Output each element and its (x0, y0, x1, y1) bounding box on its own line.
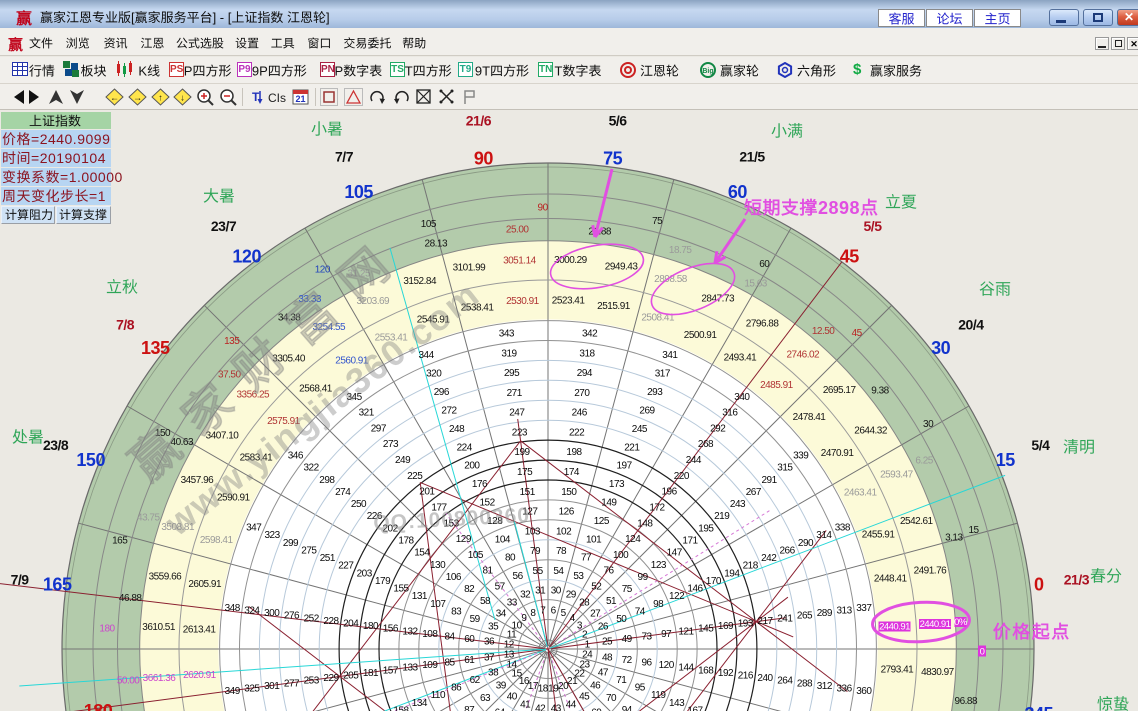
svg-text:0: 0 (48, 150, 56, 166)
svg-text:4: 4 (48, 131, 56, 147)
svg-text:0: 0 (65, 131, 73, 147)
svg-text:0: 0 (90, 169, 98, 185)
svg-text:0: 0 (98, 169, 106, 185)
svg-text:]: ] (213, 10, 217, 25)
svg-text:2: 2 (40, 150, 48, 166)
svg-text:P: P (335, 64, 344, 79)
svg-text:8: 8 (829, 198, 839, 218)
svg-text:0: 0 (81, 169, 89, 185)
svg-text:.: . (77, 169, 81, 185)
svg-text:T: T (405, 64, 413, 79)
svg-text:9: 9 (252, 64, 259, 79)
svg-text:=: = (31, 150, 39, 166)
svg-text:0: 0 (73, 150, 81, 166)
svg-text:]: ] (326, 10, 330, 25)
svg-text:2: 2 (40, 131, 48, 147)
svg-text:1: 1 (81, 150, 89, 166)
svg-text:9: 9 (77, 131, 85, 147)
svg-text:0: 0 (115, 169, 123, 185)
svg-text:T: T (555, 64, 563, 79)
svg-text:[: [ (228, 10, 232, 25)
svg-text:1: 1 (69, 169, 77, 185)
svg-text:1: 1 (98, 188, 106, 204)
svg-text:4: 4 (98, 150, 106, 166)
svg-text:0: 0 (86, 131, 94, 147)
svg-text:9: 9 (102, 131, 110, 147)
svg-text:9: 9 (475, 64, 482, 79)
svg-text:=: = (60, 169, 68, 185)
svg-text:P: P (259, 64, 268, 79)
svg-text:2: 2 (818, 198, 828, 218)
svg-text:0: 0 (89, 150, 97, 166)
svg-text:4: 4 (56, 131, 64, 147)
svg-text:=: = (31, 131, 39, 147)
svg-text:K: K (138, 64, 147, 79)
svg-text:1: 1 (56, 150, 64, 166)
svg-text:9: 9 (839, 198, 849, 218)
svg-text:9: 9 (65, 150, 73, 166)
svg-text:T: T (482, 64, 490, 79)
svg-text:=: = (89, 188, 97, 204)
svg-text:.: . (73, 131, 77, 147)
svg-text:8: 8 (850, 198, 860, 218)
svg-text:0: 0 (106, 169, 114, 185)
svg-text:9: 9 (94, 131, 102, 147)
svg-text:-: - (220, 10, 224, 25)
svg-text:P: P (184, 64, 193, 79)
svg-text:[: [ (131, 10, 135, 25)
